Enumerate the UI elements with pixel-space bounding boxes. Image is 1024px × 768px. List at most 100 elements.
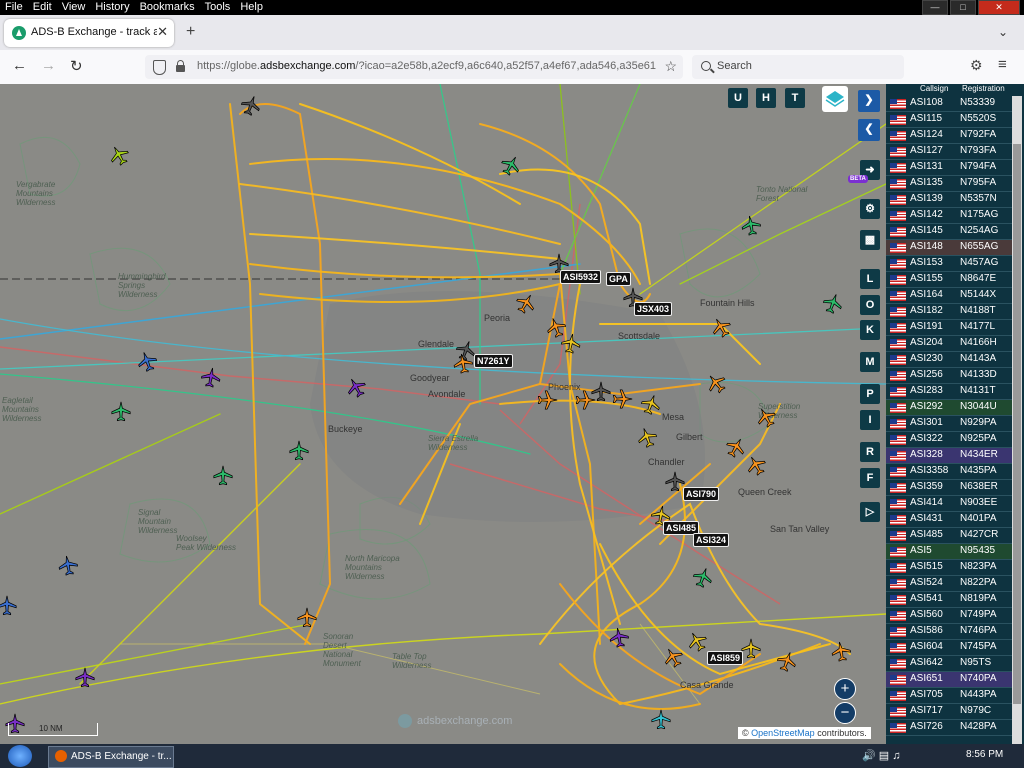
aircraft-icon[interactable] bbox=[738, 212, 763, 237]
osm-link[interactable]: OpenStreetMap bbox=[751, 728, 815, 738]
taskbar-firefox-item[interactable]: ADS-B Exchange - tr... bbox=[48, 746, 174, 768]
aircraft-icon[interactable] bbox=[110, 400, 132, 422]
aircraft-icon[interactable] bbox=[55, 552, 80, 577]
menu-history[interactable]: History bbox=[90, 0, 134, 15]
speaker-icon[interactable]: 🔊 bbox=[862, 750, 876, 762]
aircraft-row[interactable]: ASI726 N428PA bbox=[886, 720, 1012, 736]
aircraft-row[interactable]: ASI524 N822PA bbox=[886, 576, 1012, 592]
aircraft-tag[interactable]: JSX403 bbox=[634, 302, 673, 316]
aircraft-icon[interactable] bbox=[606, 624, 631, 649]
aircraft-row[interactable]: ASI414 N903EE bbox=[886, 496, 1012, 512]
aircraft-icon[interactable] bbox=[296, 606, 318, 628]
aircraft-row[interactable]: ASI5 N95435 bbox=[886, 544, 1012, 560]
k-button[interactable]: K bbox=[860, 320, 880, 340]
aircraft-icon[interactable] bbox=[74, 666, 96, 688]
aircraft-row[interactable]: ASI131 N794FA bbox=[886, 160, 1012, 176]
h-button[interactable]: H bbox=[756, 88, 776, 108]
aircraft-row[interactable]: ASI164 N5144X bbox=[886, 288, 1012, 304]
aircraft-row[interactable]: ASI139 N5357N bbox=[886, 192, 1012, 208]
menu-tools[interactable]: Tools bbox=[200, 0, 236, 15]
menu-view[interactable]: View bbox=[57, 0, 91, 15]
menu-icon[interactable]: ≡ bbox=[998, 56, 1007, 73]
aircraft-icon[interactable] bbox=[828, 638, 853, 663]
aircraft-icon[interactable] bbox=[537, 389, 559, 411]
aircraft-row[interactable]: ASI651 N740PA bbox=[886, 672, 1012, 688]
lock-icon[interactable] bbox=[176, 60, 185, 72]
aircraft-icon[interactable] bbox=[288, 439, 310, 461]
aircraft-row[interactable]: ASI115 N5520S bbox=[886, 112, 1012, 128]
aircraft-row[interactable]: ASI642 N95TS bbox=[886, 656, 1012, 672]
aircraft-row[interactable]: ASI191 N4177L bbox=[886, 320, 1012, 336]
replay-icon[interactable]: ▷ bbox=[860, 502, 880, 522]
search-input[interactable]: Search bbox=[692, 55, 904, 79]
aircraft-icon[interactable] bbox=[612, 388, 634, 410]
aircraft-row[interactable]: ASI108 N53339 bbox=[886, 96, 1012, 112]
list-tabs-icon[interactable]: ⌄ bbox=[998, 25, 1008, 39]
t-button[interactable]: T bbox=[785, 88, 805, 108]
aircraft-icon[interactable] bbox=[740, 637, 762, 659]
volume-icon[interactable]: ♫ bbox=[892, 750, 900, 762]
new-tab-icon[interactable]: + bbox=[186, 23, 195, 41]
bookmark-star-icon[interactable]: ☆ bbox=[664, 58, 677, 75]
tracking-protection-icon[interactable] bbox=[153, 60, 166, 75]
menu-bookmarks[interactable]: Bookmarks bbox=[135, 0, 200, 15]
aircraft-row[interactable]: ASI604 N745PA bbox=[886, 640, 1012, 656]
close-tab-icon[interactable]: ✕ bbox=[157, 24, 168, 40]
layers-button[interactable] bbox=[822, 86, 848, 112]
aircraft-row[interactable]: ASI135 N795FA bbox=[886, 176, 1012, 192]
zoom-out-icon[interactable]: − bbox=[834, 702, 856, 724]
aircraft-icon[interactable] bbox=[650, 708, 672, 730]
aircraft-tag[interactable]: ASI859 bbox=[707, 651, 744, 665]
aircraft-icon[interactable] bbox=[198, 364, 223, 389]
aircraft-row[interactable]: ASI560 N749PA bbox=[886, 608, 1012, 624]
reload-icon[interactable]: ↻ bbox=[70, 57, 83, 75]
aircraft-icon[interactable] bbox=[0, 594, 18, 616]
aircraft-row[interactable]: ASI153 N457AG bbox=[886, 256, 1012, 272]
aircraft-row[interactable]: ASI541 N819PA bbox=[886, 592, 1012, 608]
aircraft-row[interactable]: ASI145 N254AG bbox=[886, 224, 1012, 240]
aircraft-row[interactable]: ASI301 N929PA bbox=[886, 416, 1012, 432]
extensions-icon[interactable]: ⚙ bbox=[970, 57, 983, 74]
registration-header[interactable]: Registration bbox=[962, 84, 1005, 93]
expand-panel-icon[interactable]: ❯ bbox=[858, 90, 880, 112]
callsign-header[interactable]: Callsign bbox=[920, 84, 948, 93]
aircraft-row[interactable]: ASI328 N434ER bbox=[886, 448, 1012, 464]
scrollbar-thumb[interactable] bbox=[1013, 144, 1021, 704]
aircraft-row[interactable]: ASI182 N4188T bbox=[886, 304, 1012, 320]
aircraft-tag[interactable]: GPA bbox=[606, 272, 631, 286]
p-button[interactable]: P bbox=[860, 384, 880, 404]
zoom-in-icon[interactable]: + bbox=[834, 678, 856, 700]
m-button[interactable]: M bbox=[860, 352, 880, 372]
aircraft-row[interactable]: ASI148 N655AG bbox=[886, 240, 1012, 256]
i-button[interactable]: I bbox=[860, 410, 880, 430]
forward-icon[interactable]: → bbox=[41, 57, 56, 74]
aircraft-row[interactable]: ASI292 N3044U bbox=[886, 400, 1012, 416]
url-bar[interactable]: https://globe.adsbexchange.com/?icao=a2e… bbox=[145, 55, 683, 79]
stats-icon[interactable]: ▩ bbox=[860, 230, 880, 250]
r-button[interactable]: R bbox=[860, 442, 880, 462]
aircraft-tag[interactable]: ASI5932 bbox=[560, 270, 602, 284]
aircraft-row[interactable]: ASI127 N793FA bbox=[886, 144, 1012, 160]
l-button[interactable]: L bbox=[860, 269, 880, 289]
map-view[interactable]: Vergabrate Mountains Wilderness Tonto Na… bbox=[0, 84, 886, 744]
aircraft-row[interactable]: ASI3358 N435PA bbox=[886, 464, 1012, 480]
aircraft-row[interactable]: ASI283 N4131T bbox=[886, 384, 1012, 400]
aircraft-row[interactable]: ASI717 N979C bbox=[886, 704, 1012, 720]
close-window-icon[interactable]: ✕ bbox=[978, 0, 1020, 15]
browser-tab[interactable]: ADS-B Exchange - track aircraft ✕ bbox=[4, 19, 174, 47]
network-icon[interactable]: ▤ bbox=[879, 750, 889, 762]
aircraft-row[interactable]: ASI124 N792FA bbox=[886, 128, 1012, 144]
maximize-icon[interactable]: □ bbox=[950, 0, 976, 15]
aircraft-tag[interactable]: ASI324 bbox=[693, 533, 730, 547]
aircraft-tag[interactable]: ASI790 bbox=[683, 487, 720, 501]
u-button[interactable]: U bbox=[728, 88, 748, 108]
aircraft-row[interactable]: ASI230 N4143A bbox=[886, 352, 1012, 368]
f-button[interactable]: F bbox=[860, 468, 880, 488]
url-text[interactable]: https://globe.adsbexchange.com/?icao=a2e… bbox=[197, 60, 657, 72]
start-button[interactable] bbox=[8, 745, 32, 767]
aircraft-row[interactable]: ASI204 N4166H bbox=[886, 336, 1012, 352]
aircraft-row[interactable]: ASI359 N638ER bbox=[886, 480, 1012, 496]
aircraft-row[interactable]: ASI485 N427CR bbox=[886, 528, 1012, 544]
menu-file[interactable]: File bbox=[0, 0, 28, 15]
minimize-icon[interactable]: — bbox=[922, 0, 948, 15]
